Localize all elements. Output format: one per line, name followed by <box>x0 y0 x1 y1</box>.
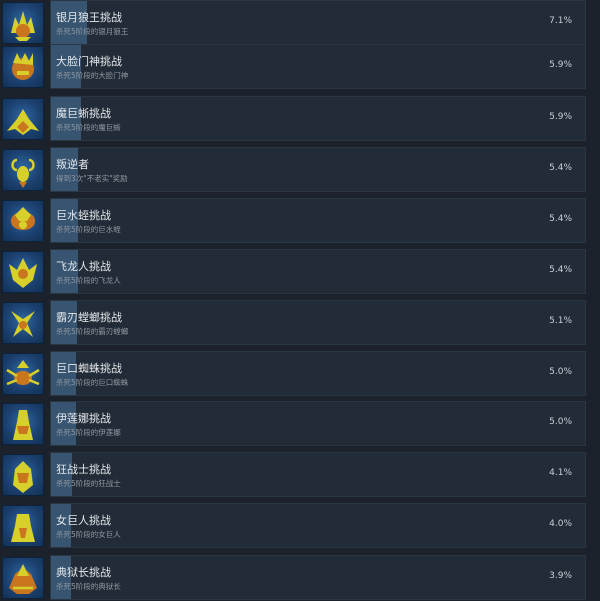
water-leech-icon-graphic <box>11 206 35 230</box>
berserker-icon <box>2 453 44 496</box>
achievement-progress-bar: 叛逆者得到3次"不老实"奖励 5.4% <box>50 147 586 192</box>
achievement-title: 狂战士挑战 <box>56 463 111 476</box>
achievement-row[interactable]: 巨水蛭挑战杀死5阶段的巨水蛭 5.4% <box>0 198 600 243</box>
spider-icon <box>2 352 44 395</box>
achievement-row[interactable]: 巨口蜘蛛挑战杀死5阶段的巨口蜘蛛 5.0% <box>0 351 600 396</box>
achievement-row[interactable]: 叛逆者得到3次"不老实"奖励 5.4% <box>0 147 600 192</box>
achievement-row[interactable]: 典狱长挑战杀死5阶段的典狱长 3.9% <box>0 555 600 600</box>
achievement-title: 伊莲娜挑战 <box>56 412 111 425</box>
big-face-gatekeeper-icon <box>2 45 44 88</box>
berserker-icon-graphic <box>13 460 33 493</box>
achievement-progress-bar: 大脸门神挑战杀死5阶段的大脸门神 5.9% <box>50 44 586 89</box>
warden-icon <box>2 556 44 599</box>
achievement-row[interactable]: 狂战士挑战杀死5阶段的狂战士 4.1% <box>0 452 600 497</box>
achievement-progress-bar: 巨水蛭挑战杀死5阶段的巨水蛭 5.4% <box>50 198 586 243</box>
achievement-row[interactable]: 霸刃螳螂挑战杀死5阶段的霸刃螳螂 5.1% <box>0 300 600 345</box>
achievement-row[interactable]: 银月狼王挑战杀死5阶段的银月狼王 7.1% <box>0 0 600 45</box>
wolf-king-icon-graphic <box>11 10 35 41</box>
water-leech-icon <box>2 199 44 242</box>
achievement-title: 银月狼王挑战 <box>56 11 122 24</box>
achievement-title: 大脸门神挑战 <box>56 55 122 68</box>
achievement-description: 杀死5阶段的魔巨蜥 <box>56 123 121 132</box>
achievement-progress-bar: 飞龙人挑战杀死5阶段的飞龙人 5.4% <box>50 249 586 294</box>
elena-icon-graphic <box>13 409 33 440</box>
achievement-row[interactable]: 伊莲娜挑战杀死5阶段的伊莲娜 5.0% <box>0 401 600 446</box>
achievement-progress-bar: 魔巨蜥挑战杀死5阶段的魔巨蜥 5.9% <box>50 96 586 141</box>
dragon-man-icon-graphic <box>9 257 37 288</box>
achievement-title: 霸刃螳螂挑战 <box>56 311 122 324</box>
giantess-icon-graphic <box>11 513 35 542</box>
unlock-percentage: 5.9% <box>549 112 572 122</box>
achievement-row[interactable]: 魔巨蜥挑战杀死5阶段的魔巨蜥 5.9% <box>0 96 600 141</box>
mantis-icon <box>2 301 44 344</box>
achievement-progress-bar: 银月狼王挑战杀死5阶段的银月狼王 7.1% <box>50 0 586 45</box>
achievement-description: 得到3次"不老实"奖励 <box>56 174 128 183</box>
achievement-progress-bar: 伊莲娜挑战杀死5阶段的伊莲娜 5.0% <box>50 401 586 446</box>
warden-icon-graphic <box>9 563 37 594</box>
achievement-title: 魔巨蜥挑战 <box>56 107 111 120</box>
unlock-percentage: 4.0% <box>549 519 572 529</box>
achievement-title: 典狱长挑战 <box>56 566 111 579</box>
achievement-description: 杀死5阶段的伊莲娜 <box>56 428 121 437</box>
achievement-progress-bar: 狂战士挑战杀死5阶段的狂战士 4.1% <box>50 452 586 497</box>
achievement-title: 飞龙人挑战 <box>56 260 111 273</box>
spider-icon-graphic <box>6 359 40 385</box>
achievement-row[interactable]: 大脸门神挑战杀死5阶段的大脸门神 5.9% <box>0 44 600 89</box>
achievement-title: 巨口蜘蛛挑战 <box>56 362 122 375</box>
achievement-title: 女巨人挑战 <box>56 514 111 527</box>
unlock-percentage: 5.1% <box>549 316 572 326</box>
achievement-title: 巨水蛭挑战 <box>56 209 111 222</box>
achievement-description: 杀死5阶段的霸刃螳螂 <box>56 327 129 336</box>
unlock-percentage: 5.4% <box>549 214 572 224</box>
achievement-list: 银月狼王挑战杀死5阶段的银月狼王 7.1% 大脸门神挑战杀死5阶段的大脸门神 5.9%… <box>0 0 600 601</box>
unlock-percentage: 5.4% <box>549 163 572 173</box>
achievement-progress-bar: 巨口蜘蛛挑战杀死5阶段的巨口蜘蛛 5.0% <box>50 351 586 396</box>
big-face-gatekeeper-icon-graphic <box>12 52 34 80</box>
rebel-icon <box>2 148 44 191</box>
unlock-percentage: 3.9% <box>549 571 572 581</box>
achievement-description: 杀死5阶段的银月狼王 <box>56 27 129 36</box>
achievement-description: 杀死5阶段的狂战士 <box>56 479 121 488</box>
unlock-percentage: 5.0% <box>549 367 572 377</box>
wolf-king-icon <box>2 1 44 44</box>
achievement-progress-bar: 霸刃螳螂挑战杀死5阶段的霸刃螳螂 5.1% <box>50 300 586 345</box>
achievement-description: 杀死5阶段的巨水蛭 <box>56 225 121 234</box>
giant-lizard-icon <box>2 97 44 140</box>
dragon-man-icon <box>2 250 44 293</box>
achievement-title: 叛逆者 <box>56 158 89 171</box>
achievement-row[interactable]: 飞龙人挑战杀死5阶段的飞龙人 5.4% <box>0 249 600 294</box>
mantis-icon-graphic <box>11 310 35 337</box>
unlock-percentage: 5.0% <box>549 417 572 427</box>
achievement-description: 杀死5阶段的女巨人 <box>56 530 121 539</box>
achievement-description: 杀死5阶段的飞龙人 <box>56 276 121 285</box>
achievement-description: 杀死5阶段的典狱长 <box>56 582 121 591</box>
achievement-description: 杀死5阶段的巨口蜘蛛 <box>56 378 129 387</box>
unlock-percentage: 4.1% <box>549 468 572 478</box>
giant-lizard-icon-graphic <box>7 108 39 135</box>
giantess-icon <box>2 504 44 547</box>
unlock-percentage: 5.4% <box>549 265 572 275</box>
achievement-progress-bar: 女巨人挑战杀死5阶段的女巨人 4.0% <box>50 503 586 548</box>
unlock-percentage: 7.1% <box>549 16 572 26</box>
achievement-description: 杀死5阶段的大脸门神 <box>56 71 129 80</box>
rebel-icon-graphic <box>11 158 35 188</box>
elena-icon <box>2 402 44 445</box>
achievement-progress-bar: 典狱长挑战杀死5阶段的典狱长 3.9% <box>50 555 586 600</box>
achievement-row[interactable]: 女巨人挑战杀死5阶段的女巨人 4.0% <box>0 503 600 548</box>
unlock-percentage: 5.9% <box>549 60 572 70</box>
